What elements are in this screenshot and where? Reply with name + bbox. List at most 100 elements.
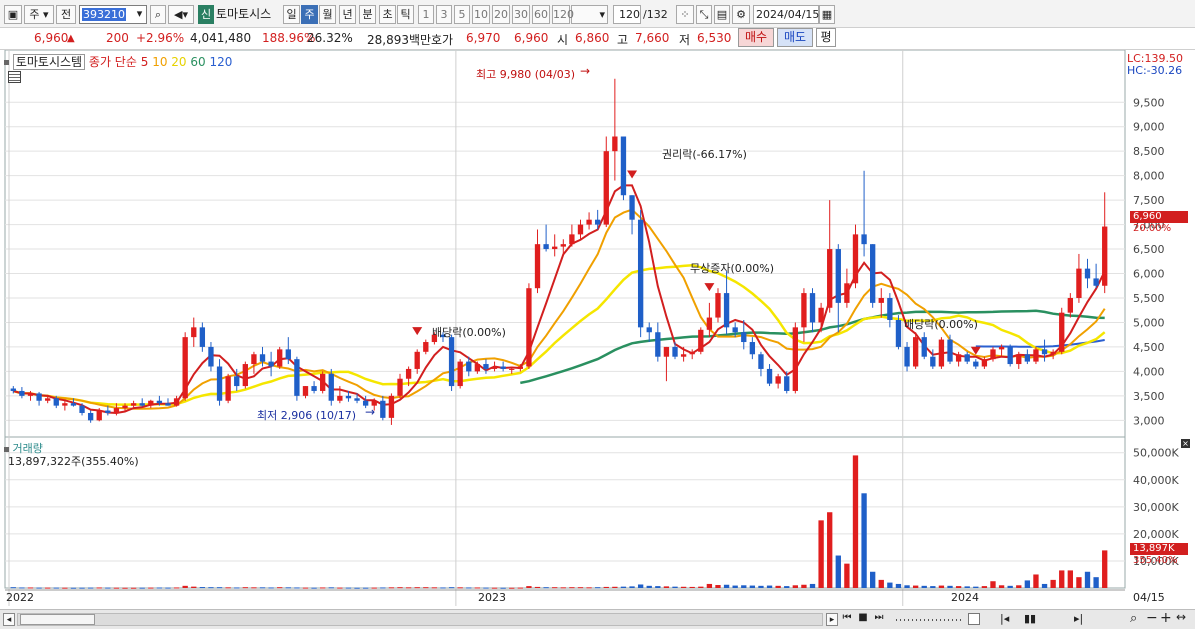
scroll-track[interactable] <box>17 613 823 626</box>
candle-body <box>663 346 670 357</box>
chart-table-icon[interactable] <box>8 71 21 83</box>
period-tab-5[interactable]: 초 <box>379 5 396 24</box>
stop-icon[interactable]: ■ <box>856 612 870 627</box>
crosshair-icon[interactable]: ⤡ <box>696 5 712 24</box>
volume-bar <box>981 586 988 588</box>
speaker-icon[interactable]: ◀▾ <box>168 5 194 24</box>
candle-body <box>792 327 798 391</box>
legend-ma-120[interactable]: 120 <box>210 55 233 69</box>
period-tab-0[interactable]: 일 <box>283 5 300 24</box>
forward-icon[interactable]: ⏭ <box>872 612 886 627</box>
search-icon[interactable]: ⌕ <box>150 5 166 24</box>
volume-close-icon[interactable]: × <box>1181 439 1190 448</box>
candle-body <box>148 400 154 406</box>
volume-bar <box>491 587 498 589</box>
candle-body <box>156 400 163 404</box>
candle-body <box>10 388 16 391</box>
interval-button-5[interactable]: 5 <box>454 5 470 24</box>
interval-button-3[interactable]: 3 <box>436 5 452 24</box>
volume-bar <box>216 587 223 589</box>
sell-button[interactable]: 매도 <box>777 28 813 47</box>
volume-bar <box>251 587 257 589</box>
zoom-search-icon[interactable]: ⌕ <box>1130 611 1137 626</box>
volume-bar <box>380 587 386 589</box>
zoom-slider[interactable] <box>896 619 964 621</box>
volume-bar <box>165 587 171 589</box>
high-price: 7,660 <box>635 31 670 45</box>
code-dropdown-icon[interactable]: ▾ <box>132 5 147 24</box>
candle-body <box>320 373 326 391</box>
y-tick-label: 9,000 <box>1133 121 1165 134</box>
scroll-right-icon[interactable]: ▸ <box>826 613 838 626</box>
interval-dropdown[interactable]: ▾ <box>571 5 608 24</box>
candle-body <box>62 403 68 406</box>
prev-button[interactable]: 전 <box>56 5 76 24</box>
chart-area[interactable]: 3,000 3,500 4,000 4,500 5,000 5,500 6,000 6,500… <box>0 50 1195 629</box>
interval-button-10[interactable]: 10 <box>472 5 490 24</box>
dots-icon[interactable]: ⁘ <box>676 5 694 24</box>
calendar-icon[interactable]: ▦ <box>819 5 835 24</box>
stock-chart[interactable]: 3,000 3,500 4,000 4,500 5,000 5,500 6,000 6,500… <box>0 50 1195 610</box>
screen-icon[interactable]: ▣ <box>4 5 22 24</box>
zoom-out-icon[interactable]: − <box>1146 610 1158 626</box>
legend-ma-60[interactable]: 60 <box>190 55 205 69</box>
scroll-end-icon[interactable]: ▸| <box>1074 612 1083 625</box>
period-tab-1[interactable]: 주 <box>301 5 318 24</box>
price-tag: 6,960 <box>1130 211 1188 223</box>
volume-bar <box>775 585 781 588</box>
legend-ma-5[interactable]: 5 <box>141 55 149 69</box>
period-type-select[interactable]: 주 ▾ <box>24 5 54 24</box>
candle-body <box>809 293 816 323</box>
interval-button-20[interactable]: 20 <box>492 5 510 24</box>
annotation-dividend-2: 배당락(0.00%) <box>904 318 978 331</box>
volume-bar <box>345 587 352 589</box>
date-input[interactable]: 2024/04/15 <box>753 5 819 24</box>
scroll-thumb[interactable] <box>20 614 95 625</box>
save-icon[interactable]: ▤ <box>714 5 730 24</box>
candle-body <box>912 337 919 367</box>
period-tab-6[interactable]: 틱 <box>397 5 414 24</box>
scroll-bar[interactable]: ◂ ▸ ⏮ ■ ⏭ |◂ ▮▮ ▸| ⌕ − + ↔ <box>0 609 1195 629</box>
interval-button-120[interactable]: 120 <box>552 5 574 24</box>
interval-button-60[interactable]: 60 <box>532 5 550 24</box>
rewind-icon[interactable]: ⏮ <box>840 612 854 627</box>
count-total: /132 <box>643 8 668 21</box>
legend-stock-name[interactable]: 토마토시스템 <box>12 54 86 70</box>
volume-bar <box>861 493 867 588</box>
volume-bar <box>912 585 919 588</box>
legend-ma-20[interactable]: 20 <box>171 55 186 69</box>
y-tick-label: 8,000 <box>1133 170 1165 183</box>
volume-bar <box>457 587 463 589</box>
candle-body <box>1041 349 1048 355</box>
zoom-in-icon[interactable]: + <box>1160 610 1172 626</box>
scroll-begin-icon[interactable]: |◂ <box>1000 612 1009 625</box>
candle-body <box>543 244 549 250</box>
candle-body <box>165 403 171 406</box>
volume-bar <box>440 587 446 589</box>
zoom-reset-icon[interactable]: ▮▮ <box>1024 612 1036 625</box>
candle-body <box>827 249 833 308</box>
zoom-range-icon[interactable]: ↔ <box>1176 610 1186 624</box>
period-tab-3[interactable]: 년 <box>339 5 356 24</box>
count-input[interactable]: 120 <box>613 5 641 24</box>
buy-button[interactable]: 매수 <box>738 28 774 47</box>
turnover-rate: 26.32% <box>307 31 353 45</box>
period-tab-2[interactable]: 월 <box>319 5 336 24</box>
legend-ma-10[interactable]: 10 <box>152 55 167 69</box>
high-label: 고 <box>617 33 629 47</box>
period-tab-4[interactable]: 분 <box>359 5 376 24</box>
interval-button-30[interactable]: 30 <box>512 5 530 24</box>
volume-bar <box>620 586 627 588</box>
interval-button-1[interactable]: 1 <box>418 5 434 24</box>
gear-icon[interactable]: ⚙ <box>732 5 750 24</box>
stock-name[interactable]: 토마토시스 <box>216 5 276 24</box>
settings-box-icon[interactable] <box>968 613 980 625</box>
scroll-left-icon[interactable]: ◂ <box>3 613 15 626</box>
candle-body <box>861 234 867 245</box>
candle-body <box>921 337 927 357</box>
eval-button[interactable]: 평 <box>816 28 836 47</box>
volume-bar <box>199 587 206 589</box>
y-tick-label: 9,500 <box>1133 96 1165 109</box>
volume-bar <box>629 586 635 588</box>
candle-body <box>53 398 59 406</box>
